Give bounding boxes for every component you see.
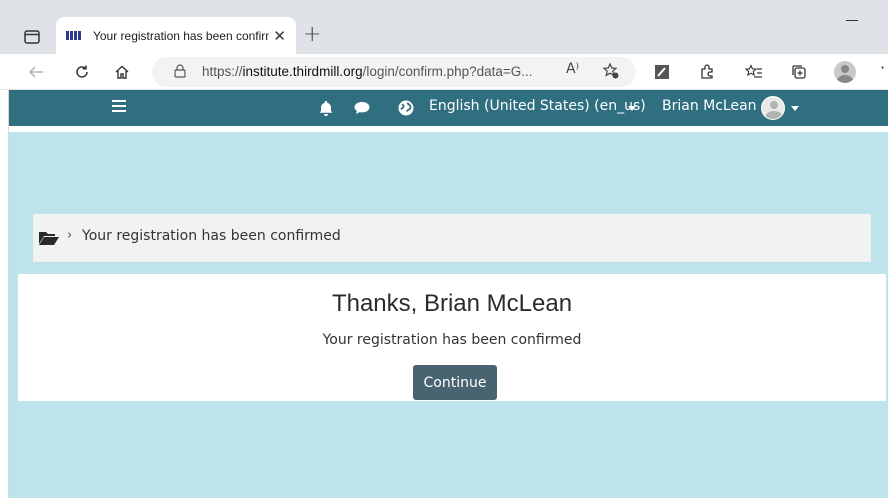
notifications-bell-icon[interactable] — [317, 99, 335, 117]
tab-title: Your registration has been confirmed — [92, 28, 270, 43]
refresh-icon[interactable] — [70, 60, 94, 84]
continue-button[interactable]: Continue — [413, 365, 497, 400]
url-text[interactable]: https://institute.thirdmill.org/login/co… — [202, 64, 533, 79]
page-top-strip — [9, 126, 888, 132]
page-content: › Your registration has been confirmed T… — [9, 126, 888, 498]
messages-chat-icon[interactable] — [353, 99, 371, 117]
tab-actions-icon[interactable] — [20, 26, 44, 48]
lock-icon[interactable] — [174, 64, 186, 78]
confirmation-message: Your registration has been confirmed — [322, 332, 582, 348]
back-arrow-icon[interactable] — [24, 60, 48, 84]
collections-icon[interactable] — [787, 60, 811, 84]
new-tab-icon[interactable]: + — [303, 22, 321, 47]
hamburger-menu-icon[interactable] — [112, 100, 126, 112]
breadcrumb-separator: › — [67, 228, 73, 243]
confirmation-card: Thanks, Brian McLean Your registration h… — [18, 274, 886, 401]
browser-profile-icon[interactable] — [834, 61, 856, 83]
extension-tool-icon[interactable] — [650, 60, 674, 84]
favorites-icon[interactable] — [742, 60, 766, 84]
tab-close-icon[interactable]: ✕ — [273, 27, 286, 45]
page-title: Thanks, Brian McLean — [331, 290, 573, 317]
user-menu-name[interactable]: Brian McLean — [662, 98, 757, 114]
browser-tab-strip: Your registration has been confirmed ✕ + — [0, 0, 888, 54]
address-bar[interactable]: https://institute.thirdmill.org/login/co… — [152, 57, 636, 87]
folder-open-icon[interactable] — [38, 230, 60, 246]
globe-language-icon[interactable] — [397, 99, 415, 117]
browser-toolbar: https://institute.thirdmill.org/login/co… — [0, 54, 888, 90]
read-aloud-icon[interactable]: A⁾ — [566, 61, 579, 77]
add-favorite-icon[interactable] — [602, 62, 620, 84]
user-avatar[interactable] — [761, 96, 785, 120]
home-icon[interactable] — [110, 60, 134, 84]
language-caret-icon[interactable] — [628, 106, 636, 111]
site-favicon-icon — [66, 31, 85, 41]
breadcrumb: › Your registration has been confirmed — [33, 214, 871, 262]
language-selector[interactable]: English (United States) (en_us) — [429, 98, 646, 114]
more-menu-icon[interactable]: · — [880, 58, 885, 77]
extensions-puzzle-icon[interactable] — [695, 60, 719, 84]
minimize-window-icon[interactable] — [846, 20, 858, 21]
left-gutter — [0, 90, 9, 498]
site-navbar: English (United States) (en_us) Brian Mc… — [9, 90, 888, 126]
browser-tab[interactable]: Your registration has been confirmed ✕ — [56, 17, 296, 54]
user-menu-caret-icon[interactable] — [791, 106, 799, 111]
breadcrumb-current: Your registration has been confirmed — [82, 228, 341, 244]
